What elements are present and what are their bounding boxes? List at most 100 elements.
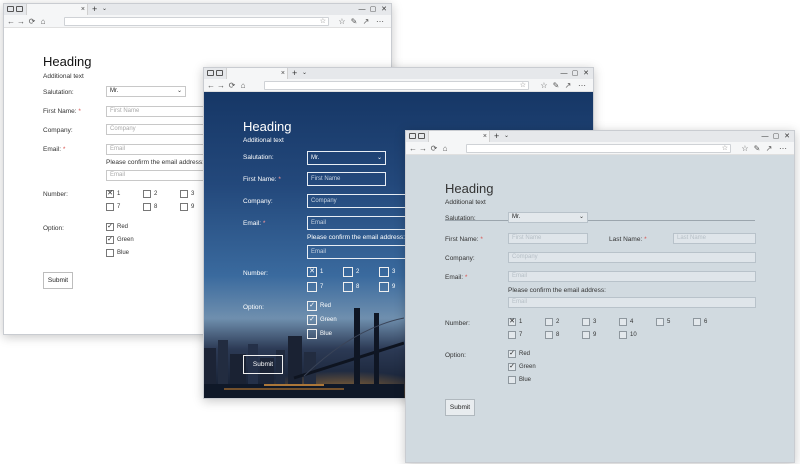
maximize-icon[interactable]: ▢ <box>368 4 378 15</box>
favorite-icon[interactable]: ☆ <box>520 81 526 89</box>
favorite-icon[interactable]: ☆ <box>320 17 326 25</box>
new-tab-icon[interactable]: + <box>92 4 97 15</box>
number-checkbox-8[interactable] <box>143 203 151 211</box>
tab-actions-icon[interactable] <box>409 133 416 139</box>
first-name-input[interactable]: First Name <box>508 233 588 244</box>
option-checkbox-blue[interactable] <box>508 376 516 384</box>
number-checkbox-9[interactable] <box>582 331 590 339</box>
last-name-input[interactable]: Last Name <box>673 233 756 244</box>
option-checkbox-blue[interactable] <box>307 329 317 339</box>
browser-tab[interactable]: × <box>428 131 490 142</box>
number-checkbox-2[interactable] <box>143 190 151 198</box>
tab-preview-icon[interactable] <box>418 133 425 139</box>
number-checkbox-3[interactable] <box>379 267 389 277</box>
option-checkbox-green[interactable]: ✓ <box>508 363 516 371</box>
company-input[interactable]: Company <box>508 252 756 263</box>
forward-icon[interactable]: → <box>216 80 226 91</box>
tab-close-icon[interactable]: × <box>281 69 285 78</box>
tab-preview-icon[interactable] <box>216 70 223 76</box>
home-icon[interactable]: ⌂ <box>440 143 450 154</box>
pen-icon[interactable]: ✎ <box>349 16 359 27</box>
number-checkbox-8[interactable] <box>343 282 353 292</box>
pen-icon[interactable]: ✎ <box>752 143 762 154</box>
first-name-input[interactable]: First Name <box>307 172 386 186</box>
close-window-icon[interactable]: ✕ <box>379 4 389 15</box>
number-checkbox-1[interactable]: ✕ <box>106 190 114 198</box>
more-icon[interactable]: ⋯ <box>577 80 587 91</box>
number-checkbox-8[interactable] <box>545 331 553 339</box>
new-tab-icon[interactable]: + <box>292 68 297 79</box>
number-checkbox-10[interactable] <box>619 331 627 339</box>
tab-actions-icon[interactable] <box>7 6 14 12</box>
forward-icon[interactable]: → <box>16 16 26 27</box>
option-checkbox-red[interactable]: ✓ <box>307 301 317 311</box>
new-tab-icon[interactable]: + <box>494 131 499 142</box>
refresh-icon[interactable]: ⟳ <box>227 80 237 91</box>
salutation-select[interactable]: Mr. ⌄ <box>307 151 386 165</box>
option-checkbox-red[interactable]: ✓ <box>106 223 114 231</box>
submit-button[interactable]: Submit <box>445 399 475 416</box>
share-icon[interactable]: ↗ <box>563 80 573 91</box>
email-input[interactable]: Email <box>508 271 756 282</box>
more-icon[interactable]: ⋯ <box>778 143 788 154</box>
favorites-hub-icon[interactable]: ☆ <box>740 143 750 154</box>
number-checkbox-9[interactable] <box>180 203 188 211</box>
tab-close-icon[interactable]: × <box>483 132 487 141</box>
browser-tab[interactable]: × <box>26 4 88 15</box>
address-bar[interactable]: ☆ <box>264 81 529 90</box>
option-checkbox-blue[interactable] <box>106 249 114 257</box>
refresh-icon[interactable]: ⟳ <box>429 143 439 154</box>
close-window-icon[interactable]: ✕ <box>581 68 591 79</box>
back-icon[interactable]: ← <box>206 80 216 91</box>
number-checkbox-5[interactable] <box>656 318 664 326</box>
refresh-icon[interactable]: ⟳ <box>27 16 37 27</box>
home-icon[interactable]: ⌂ <box>38 16 48 27</box>
tab-preview-icon[interactable] <box>16 6 23 12</box>
number-checkbox-2[interactable] <box>545 318 553 326</box>
salutation-select[interactable]: Mr. ⌄ <box>508 212 588 223</box>
option-checkbox-green[interactable]: ✓ <box>106 236 114 244</box>
tab-close-icon[interactable]: × <box>81 5 85 14</box>
share-icon[interactable]: ↗ <box>764 143 774 154</box>
number-checkbox-3[interactable] <box>180 190 188 198</box>
number-checkbox-7[interactable] <box>106 203 114 211</box>
favorites-hub-icon[interactable]: ☆ <box>539 80 549 91</box>
tab-list-icon[interactable]: ⌄ <box>302 68 307 79</box>
browser-tab[interactable]: × <box>226 68 288 79</box>
salutation-select[interactable]: Mr. ⌄ <box>106 86 186 97</box>
number-checkbox-2[interactable] <box>343 267 353 277</box>
address-bar[interactable]: ☆ <box>466 144 731 153</box>
pen-icon[interactable]: ✎ <box>551 80 561 91</box>
minimize-icon[interactable]: — <box>357 4 367 15</box>
number-checkbox-1[interactable]: ✕ <box>307 267 317 277</box>
favorite-icon[interactable]: ☆ <box>722 144 728 152</box>
number-checkbox-6[interactable] <box>693 318 701 326</box>
minimize-icon[interactable]: — <box>760 131 770 142</box>
option-checkbox-red[interactable]: ✓ <box>508 350 516 358</box>
number-checkbox-7[interactable] <box>508 331 516 339</box>
maximize-icon[interactable]: ▢ <box>570 68 580 79</box>
number-checkbox-4[interactable] <box>619 318 627 326</box>
tab-list-icon[interactable]: ⌄ <box>102 4 107 15</box>
minimize-icon[interactable]: — <box>559 68 569 79</box>
forward-icon[interactable]: → <box>418 143 428 154</box>
favorites-hub-icon[interactable]: ☆ <box>337 16 347 27</box>
back-icon[interactable]: ← <box>408 143 418 154</box>
maximize-icon[interactable]: ▢ <box>771 131 781 142</box>
home-icon[interactable]: ⌂ <box>238 80 248 91</box>
number-checkbox-1[interactable]: ✕ <box>508 318 516 326</box>
submit-button[interactable]: Submit <box>243 355 283 374</box>
close-window-icon[interactable]: ✕ <box>782 131 792 142</box>
submit-button[interactable]: Submit <box>43 272 73 289</box>
number-checkbox-9[interactable] <box>379 282 389 292</box>
more-icon[interactable]: ⋯ <box>375 16 385 27</box>
option-checkbox-green[interactable]: ✓ <box>307 315 317 325</box>
number-checkbox-7[interactable] <box>307 282 317 292</box>
address-bar[interactable]: ☆ <box>64 17 329 26</box>
back-icon[interactable]: ← <box>6 16 16 27</box>
share-icon[interactable]: ↗ <box>361 16 371 27</box>
number-checkbox-3[interactable] <box>582 318 590 326</box>
confirm-email-input[interactable]: Email <box>508 297 756 308</box>
tab-list-icon[interactable]: ⌄ <box>504 131 509 142</box>
tab-actions-icon[interactable] <box>207 70 214 76</box>
